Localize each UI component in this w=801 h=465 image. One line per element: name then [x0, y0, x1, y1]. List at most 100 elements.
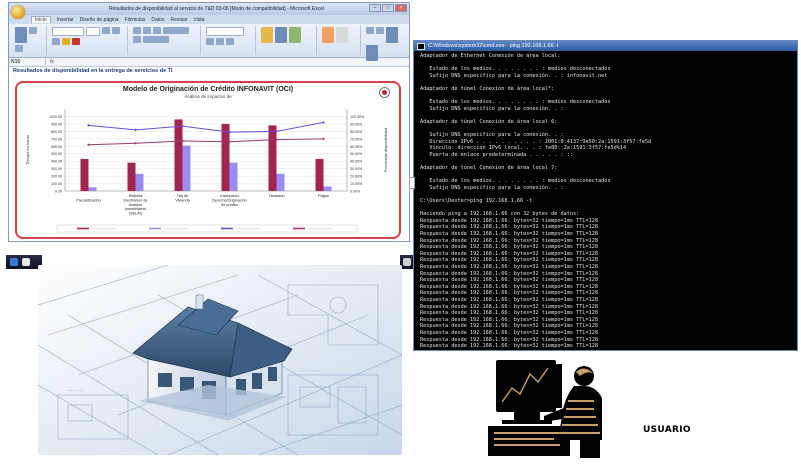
cmd-line — [420, 112, 791, 119]
chart-frame[interactable]: Modelo de Originación de Crédito INFONAV… — [15, 81, 401, 239]
merge-center-button[interactable] — [142, 36, 169, 43]
autosum-icon[interactable] — [366, 27, 375, 34]
tray-icon[interactable] — [403, 258, 411, 266]
cut-icon[interactable] — [29, 27, 37, 34]
underline-icon[interactable] — [51, 38, 60, 45]
x-tick-label: Titulación — [268, 194, 284, 198]
x-tick-label: (SELAI) — [129, 212, 143, 216]
cmd-line: Sufijo DNS específico para la conexión. … — [420, 72, 608, 79]
cmd-line — [420, 60, 791, 67]
cell-styles-icon[interactable] — [289, 27, 302, 43]
delete-cells-icon[interactable] — [336, 27, 349, 43]
wrap-text-button[interactable] — [162, 27, 189, 34]
start-icon[interactable] — [10, 258, 18, 266]
maximize-icon[interactable]: □ — [382, 4, 394, 12]
alignment-group — [130, 26, 202, 55]
paste-icon[interactable] — [15, 27, 27, 43]
y-tick-label: 1000.00 — [49, 115, 62, 119]
find-select-icon[interactable] — [366, 45, 379, 61]
cmd-line — [420, 191, 791, 198]
y-tick-label: 300.00 — [51, 167, 62, 171]
house-illustration: — — — — — — — — [38, 265, 402, 455]
insert-cells-icon[interactable] — [322, 27, 335, 43]
user-illustration — [484, 350, 614, 460]
currency-icon[interactable] — [206, 38, 215, 45]
explorer-icon[interactable] — [22, 258, 30, 266]
tab-datos[interactable]: Datos — [151, 17, 164, 23]
line-point — [87, 124, 90, 127]
close-icon[interactable]: × — [395, 4, 407, 12]
cmd-line — [420, 93, 791, 100]
svg-text:— — —: — — — — [68, 387, 82, 392]
y2-tick-label: 0.00% — [350, 190, 361, 194]
cmd-line: Sufijo DNS específico para la conexión. … — [420, 105, 564, 112]
y2-tick-label: 40.00% — [350, 160, 363, 164]
indent-icon[interactable] — [132, 36, 141, 43]
cmd-line: Respuesta desde 192.168.1.66: bytes=32 t… — [420, 343, 599, 350]
tab-formulas[interactable]: Fórmulas — [125, 17, 146, 23]
format-table-icon[interactable] — [275, 27, 288, 43]
formula-bar: N16 fx — [9, 58, 409, 67]
function-icon[interactable]: fx — [46, 59, 58, 65]
align-left-icon[interactable] — [132, 27, 141, 34]
cmd-line: Respuesta desde 192.168.1.66: bytes=32 t… — [420, 310, 599, 317]
x-tick-label: Inmobiliarios — [125, 207, 146, 211]
tab-insertar[interactable]: Insertar — [57, 17, 74, 23]
cmd-line: Haciendo ping a 192.168.1.66 con 32 byte… — [420, 211, 580, 218]
cmd-resize-handle[interactable] — [409, 177, 415, 189]
number-format-select[interactable] — [206, 27, 245, 36]
window-controls: – □ × — [369, 4, 407, 12]
font-select[interactable] — [51, 27, 84, 36]
cmd-line: Adaptador de túnel Conexión de área loca… — [420, 118, 558, 125]
x-tick-label: Derecho/Originación — [212, 198, 247, 202]
cmd-output[interactable]: Adaptador de Ethernet Conexión de área l… — [414, 51, 797, 350]
copy-icon[interactable] — [15, 45, 23, 52]
align-right-icon[interactable] — [152, 27, 161, 34]
office-button-icon[interactable] — [11, 5, 25, 19]
y-tick-label: 0.00 — [55, 190, 62, 194]
tab-inicio[interactable]: Inicio — [31, 16, 51, 23]
font-size-select[interactable] — [85, 27, 100, 36]
minimize-icon[interactable]: – — [369, 4, 381, 12]
percent-icon[interactable] — [216, 38, 225, 45]
bar — [229, 162, 238, 191]
y2-tick-label: 70.00% — [350, 137, 363, 141]
cmd-line: Puerta de enlace predeterminada . . . . … — [420, 151, 574, 158]
y-axis-title: Tiempo en horas — [25, 135, 30, 165]
chart-close-icon[interactable] — [379, 87, 390, 98]
conditional-format-icon[interactable] — [261, 27, 274, 43]
tab-revisar[interactable]: Revisar — [170, 17, 187, 23]
fill-color-icon[interactable] — [61, 38, 70, 45]
cmd-window-title: C:\Windows\system32\cmd.exe - ping 192.1… — [428, 43, 559, 49]
line-point — [134, 128, 137, 131]
cells-group — [319, 26, 362, 55]
y2-tick-label: 80.00% — [350, 130, 363, 134]
chart-title: Modelo de Originación de Crédito INFONAV… — [122, 86, 294, 93]
cmd-line: Respuesta desde 192.168.1.66: bytes=32 t… — [420, 264, 599, 270]
bold-icon[interactable] — [101, 27, 110, 34]
styles-group — [258, 26, 318, 55]
ribbon-tabs: Inicio Insertar Diseño de página Fórmula… — [9, 15, 409, 24]
user-label: USUARIO — [643, 425, 691, 435]
align-center-icon[interactable] — [142, 27, 151, 34]
cmd-line: Estado de los medios. . . . . . . . : me… — [420, 99, 611, 106]
cmd-line: Respuesta desde 192.168.1.66: bytes=32 t… — [420, 323, 599, 330]
tab-vista[interactable]: Vista — [193, 17, 204, 23]
y2-tick-label: 20.00% — [350, 175, 363, 179]
decimal-icon[interactable] — [226, 38, 235, 45]
line-point — [322, 121, 325, 124]
tab-diseno-pagina[interactable]: Diseño de página — [80, 17, 119, 23]
sort-filter-icon[interactable] — [386, 27, 399, 43]
name-box[interactable]: N16 — [9, 59, 46, 65]
font-color-icon[interactable] — [71, 38, 80, 45]
house-blueprint-image: — — — — — — — — [38, 265, 402, 455]
y-tick-label: 100.00 — [51, 182, 62, 186]
x-tick-label: Vivienda — [175, 198, 190, 202]
x-tick-label: Pagos — [318, 194, 329, 198]
line-point — [322, 137, 325, 140]
cmd-line: Adaptador de Ethernet Conexión de área l… — [420, 53, 561, 59]
y2-tick-label: 100.00% — [350, 115, 365, 119]
x-tick-label: Precalificación — [76, 198, 100, 202]
fill-icon[interactable] — [376, 27, 385, 34]
italic-icon[interactable] — [111, 27, 120, 34]
